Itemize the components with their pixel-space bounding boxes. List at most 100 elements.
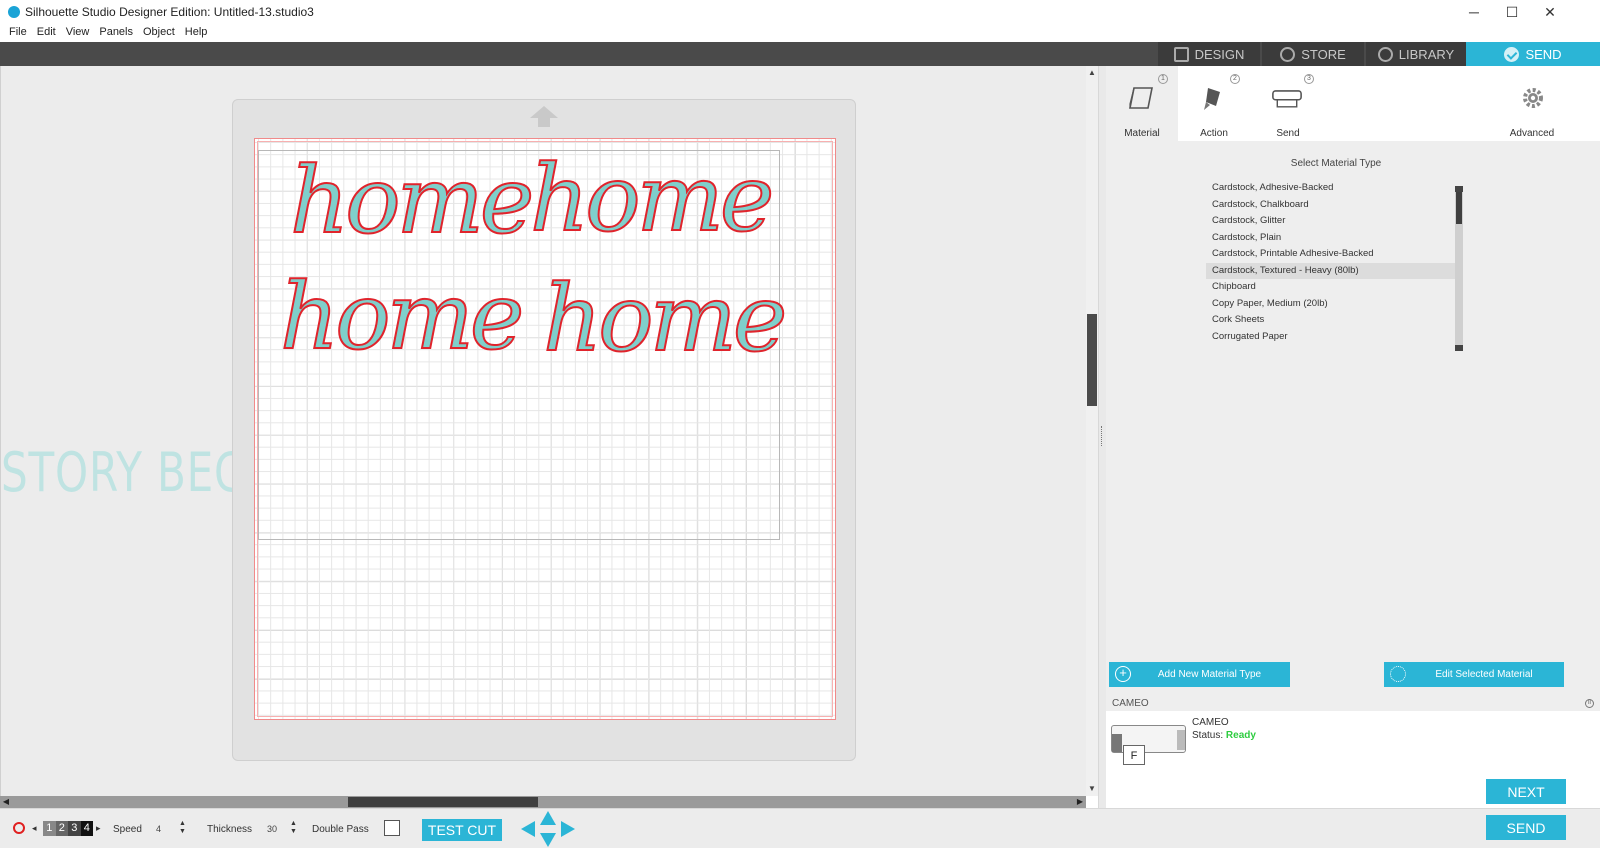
tool-number[interactable]: 4 [80,821,93,836]
horizontal-scroll-thumb[interactable] [348,797,538,807]
minimize-button[interactable]: ─ [1456,0,1492,24]
material-item[interactable]: Cardstock, Glitter [1206,213,1456,230]
home-design-3[interactable]: home [279,270,525,364]
tab-send-step-label: Send [1276,128,1300,139]
material-item[interactable]: Cardstock, Chalkboard [1206,197,1456,214]
cut-settings-toolbar: ◂ 1 2 3 4 ▸ Speed 4 ▲ ▼ Thickness 30 ▲ ▼ D… [0,808,1600,848]
tool-color-circle-icon[interactable] [13,822,25,834]
menu-object[interactable]: Object [138,24,180,42]
material-item[interactable]: Chipboard [1206,279,1456,296]
tab-store-label: STORE [1301,46,1346,62]
material-list[interactable]: Cardstock, Adhesive-Backed Cardstock, Ch… [1206,180,1456,345]
tool-prev-arrow-icon[interactable]: ◂ [32,823,37,834]
scroll-down-icon[interactable]: ▼ [1087,784,1097,794]
tab-send[interactable]: SEND [1466,42,1600,66]
splitter-grip-icon[interactable] [1101,426,1104,446]
material-item[interactable]: Cardstock, Printable Adhesive-Backed [1206,246,1456,263]
test-cut-button[interactable]: TEST CUT [422,819,502,841]
checkmark-icon [1504,46,1520,62]
double-pass-checkbox[interactable] [384,820,400,836]
home-design-2[interactable]: home [529,152,775,246]
tab-send-label: SEND [1525,46,1562,62]
material-item[interactable]: Corrugated Paper [1206,329,1456,346]
status-label: Status: [1192,730,1224,741]
menu-bar: File Edit View Panels Object Help [0,24,1600,42]
tab-advanced[interactable]: Advanced [1496,66,1568,141]
select-material-heading: Select Material Type [1290,158,1382,169]
tool-number[interactable]: 2 [55,821,68,836]
edit-material-label: Edit Selected Material [1435,669,1533,680]
tab-action-label: Action [1200,128,1228,139]
canvas-vertical-scrollbar[interactable]: ▲ ▼ [1086,66,1098,796]
tab-store[interactable]: STORE [1262,42,1364,66]
move-down-arrow-icon[interactable] [540,833,556,847]
tab-design[interactable]: DESIGN [1158,42,1260,66]
tab-send-step[interactable]: 3 Send [1252,66,1324,141]
send-panel: 1 Material 2 Action 3 Send Advanced Sele… [1106,66,1600,808]
menu-panels[interactable]: Panels [94,24,138,42]
material-item[interactable]: Cardstock, Adhesive-Backed [1206,180,1456,197]
gear-icon [1523,88,1543,108]
bottom-strip [0,848,1600,868]
thickness-label: Thickness [207,824,253,835]
tab-library[interactable]: LIBRARY [1366,42,1466,66]
tab-design-label: DESIGN [1194,46,1245,62]
tool-number-selector[interactable]: 1 2 3 4 [43,821,93,836]
device-name: CAMEO [1192,717,1229,728]
blade-move-pad [519,811,577,847]
scroll-up-icon[interactable]: ▲ [1087,68,1097,78]
scroll-right-icon[interactable]: ▶ [1074,796,1086,808]
feed-direction-arrow-icon [530,106,558,127]
double-pass-label: Double Pass [312,824,369,835]
speed-stepper-icon[interactable]: ▲ ▼ [179,820,187,836]
tab-advanced-label: Advanced [1509,128,1555,139]
send-button[interactable]: SEND [1486,815,1566,840]
add-material-label: Add New Material Type [1157,669,1262,680]
thickness-input[interactable]: 30 [264,821,286,837]
cloud-download-icon [1377,46,1393,62]
menu-help[interactable]: Help [180,24,213,42]
edit-material-button[interactable]: Edit Selected Material [1384,662,1564,687]
thickness-stepper-icon[interactable]: ▲ ▼ [290,820,298,836]
tab-material[interactable]: 1 Material [1106,66,1178,141]
send-panel-tabs: 1 Material 2 Action 3 Send Advanced [1106,66,1600,141]
material-item-selected[interactable]: Cardstock, Textured - Heavy (80lb) [1206,262,1456,279]
material-item[interactable]: Cork Sheets [1206,312,1456,329]
list-scroll-thumb[interactable] [1456,192,1462,224]
next-button[interactable]: NEXT [1486,779,1566,804]
home-design-4[interactable]: home [542,272,788,366]
pause-icon[interactable]: ll [1585,699,1594,708]
plus-circle-icon: + [1115,666,1131,682]
list-scroll-down-icon[interactable] [1455,345,1463,351]
design-canvas[interactable]: STORY BEGINS home home home home [0,66,1086,796]
menu-view[interactable]: View [61,24,95,42]
move-left-arrow-icon[interactable] [521,821,535,837]
tool-number[interactable]: 1 [43,821,56,836]
device-status: Status: Ready [1192,730,1256,741]
material-list-scrollbar[interactable] [1455,186,1463,351]
blade-icon [1204,88,1220,110]
home-design-1[interactable]: home [289,154,535,248]
speed-input[interactable]: 4 [153,821,175,837]
maximize-button[interactable]: ☐ [1494,0,1530,24]
scroll-left-icon[interactable]: ◀ [0,796,12,808]
panel-splitter[interactable] [1098,66,1106,808]
tool-next-arrow-icon[interactable]: ▸ [96,823,101,834]
menu-edit[interactable]: Edit [32,24,61,42]
title-bar: Silhouette Studio Designer Edition: Unti… [0,0,1600,24]
material-item[interactable]: Copy Paper, Medium (20lb) [1206,296,1456,313]
tool-number[interactable]: 3 [68,821,81,836]
cutting-mat: home home home home [254,138,836,720]
menu-file[interactable]: File [4,24,32,42]
move-right-arrow-icon[interactable] [561,821,575,837]
move-up-arrow-icon[interactable] [540,811,556,825]
canvas-horizontal-scrollbar[interactable]: ◀ ▶ [0,796,1086,808]
close-button[interactable]: ✕ [1532,0,1568,24]
material-item[interactable]: Cardstock, Plain [1206,230,1456,247]
tab-library-label: LIBRARY [1398,46,1455,62]
silhouette-s-icon [1280,46,1296,62]
add-material-button[interactable]: + Add New Material Type [1109,662,1290,687]
vertical-scroll-thumb[interactable] [1087,314,1097,406]
tab-action[interactable]: 2 Action [1178,66,1250,141]
step-3-badge: 3 [1304,74,1314,84]
